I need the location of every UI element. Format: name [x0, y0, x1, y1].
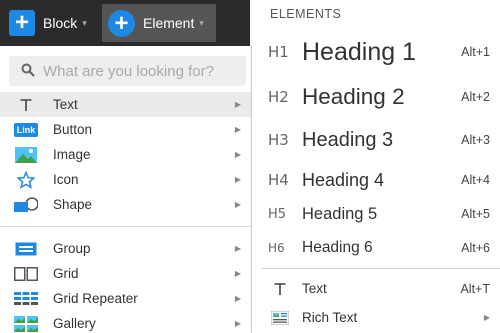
search-box	[9, 56, 246, 86]
submenu-divider	[262, 268, 500, 269]
search-icon	[9, 63, 35, 80]
text-T-icon	[270, 282, 290, 296]
menu-item-group[interactable]: Group ▶	[0, 236, 251, 261]
chevron-down-icon: ▾	[199, 17, 204, 28]
heading-tag: H4	[268, 171, 289, 189]
chevron-right-icon: ▶	[483, 313, 490, 322]
menu-item-text[interactable]: Text ▶	[0, 92, 251, 117]
add-block-button[interactable]: + Block ▾	[5, 4, 99, 42]
heading-label: Heading 6	[302, 239, 373, 256]
search-input[interactable]	[43, 62, 243, 80]
heading-6-item[interactable]: H6 Heading 6 Alt+6	[252, 236, 500, 260]
heading-2-item[interactable]: H2 Heading 2 Alt+2	[252, 80, 500, 114]
menu-item-label: Grid Repeater	[53, 291, 138, 306]
heading-label: Heading 4	[302, 169, 385, 190]
rich-text-icon	[270, 310, 290, 325]
heading-tag: H5	[268, 206, 287, 222]
shape-icon	[13, 196, 39, 214]
rich-text-element-item[interactable]: Rich Text ▶	[252, 305, 500, 330]
chevron-right-icon: ▶	[234, 150, 241, 159]
rich-text-element-label: Rich Text	[302, 310, 358, 325]
heading-label: Heading 2	[302, 84, 405, 109]
menu-item-label: Text	[53, 97, 78, 112]
chevron-right-icon: ▶	[234, 319, 241, 328]
heading-tag: H2	[268, 88, 289, 106]
link-badge: Link	[13, 122, 39, 137]
menu-item-shape[interactable]: Shape ▶	[0, 192, 251, 217]
menu-item-label: Group	[53, 241, 91, 256]
text-element-item[interactable]: Text Alt+T	[252, 276, 500, 301]
menu-item-grid[interactable]: Grid ▶	[0, 261, 251, 286]
grid-repeater-icon	[13, 290, 39, 308]
menu-item-button[interactable]: Link Button ▶	[0, 117, 251, 142]
shortcut-label: Alt+3	[461, 133, 490, 147]
link-button-icon: Link	[13, 121, 39, 139]
heading-4-item[interactable]: H4 Heading 4 Alt+4	[252, 166, 500, 194]
heading-tag: H6	[268, 241, 285, 255]
heading-3-item[interactable]: H3 Heading 3 Alt+3	[252, 124, 500, 156]
menu-item-label: Shape	[53, 197, 93, 212]
chevron-right-icon: ▶	[234, 294, 241, 303]
plus-square-icon: +	[9, 10, 35, 36]
menu-item-icon[interactable]: Icon ▶	[0, 167, 251, 192]
image-icon	[13, 146, 39, 164]
menu-item-image[interactable]: Image ▶	[0, 142, 251, 167]
block-button-label: Block	[43, 15, 78, 31]
menu-item-label: Button	[53, 122, 93, 137]
group-icon	[13, 240, 39, 258]
element-button-label: Element	[143, 15, 195, 31]
shortcut-label: Alt+4	[461, 173, 490, 187]
chevron-right-icon: ▶	[234, 100, 241, 109]
menu-item-label: Gallery	[53, 316, 96, 331]
heading-5-item[interactable]: H5 Heading 5 Alt+5	[252, 201, 500, 227]
menu-item-label: Image	[53, 147, 91, 162]
submenu-header: ELEMENTS	[270, 7, 342, 21]
top-toolbar: + Block ▾ + Element ▾	[0, 0, 250, 46]
shortcut-label: Alt+T	[460, 281, 490, 296]
chevron-right-icon: ▶	[234, 200, 241, 209]
menu-item-label: Icon	[53, 172, 79, 187]
chevron-right-icon: ▶	[234, 269, 241, 278]
chevron-down-icon: ▾	[82, 17, 87, 28]
shortcut-label: Alt+6	[461, 241, 490, 255]
menu-divider	[0, 226, 251, 227]
chevron-right-icon: ▶	[234, 125, 241, 134]
heading-tag: H1	[268, 43, 289, 61]
star-icon	[13, 170, 39, 189]
element-category-panel: Text ▶ Link Button ▶ Image ▶ Icon ▶ Shap…	[0, 46, 252, 333]
heading-label: Heading 5	[302, 204, 378, 223]
menu-item-label: Grid	[53, 266, 79, 281]
text-element-label: Text	[302, 281, 327, 296]
menu-item-gallery[interactable]: Gallery ▶	[0, 311, 251, 333]
shortcut-label: Alt+1	[461, 45, 490, 59]
add-element-button[interactable]: + Element ▾	[102, 4, 216, 42]
chevron-right-icon: ▶	[234, 244, 241, 253]
gallery-icon	[13, 315, 39, 333]
text-T-icon	[13, 96, 39, 114]
menu-item-grid-repeater[interactable]: Grid Repeater ▶	[0, 286, 251, 311]
heading-tag: H3	[268, 131, 289, 149]
plus-circle-icon: +	[108, 9, 135, 37]
heading-label: Heading 1	[302, 37, 416, 66]
grid-icon	[13, 265, 39, 283]
shortcut-label: Alt+5	[461, 207, 490, 221]
elements-submenu: ELEMENTS H1 Heading 1 Alt+1 H2 Heading 2…	[252, 0, 500, 333]
chevron-right-icon: ▶	[234, 175, 241, 184]
heading-label: Heading 3	[302, 128, 394, 151]
heading-1-item[interactable]: H1 Heading 1 Alt+1	[252, 34, 500, 70]
shortcut-label: Alt+2	[461, 90, 490, 104]
